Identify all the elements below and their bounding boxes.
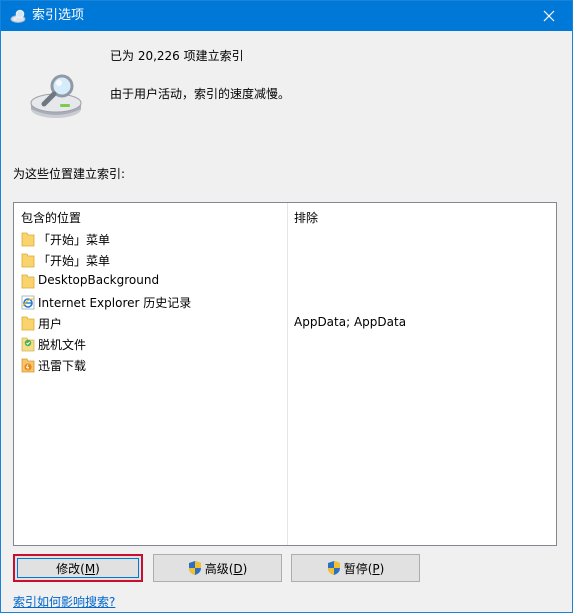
indexing-status-message: 由于用户活动，索引的速度减慢。 — [110, 87, 291, 101]
list-item[interactable]: 迅雷下载 — [14, 355, 556, 376]
pause-label: 暂停(P) — [343, 561, 385, 576]
folder-icon — [21, 316, 35, 331]
location-exclude: AppData; AppData — [294, 315, 407, 329]
title-bar[interactable]: 索引选项 — [1, 1, 572, 31]
location-name: 「开始」菜单 — [38, 254, 111, 268]
locations-list[interactable]: 包含的位置 排除 「开始」菜单 「开始」菜单 DesktopBackground — [13, 202, 557, 546]
list-item[interactable]: 「开始」菜单 — [14, 229, 556, 250]
offline-files-icon — [21, 337, 35, 352]
indexing-options-icon — [10, 9, 26, 23]
list-item[interactable]: DesktopBackground — [14, 271, 556, 292]
folder-icon — [21, 232, 35, 247]
shield-icon — [188, 561, 201, 575]
location-name: 用户 — [38, 317, 63, 331]
help-link[interactable]: 索引如何影响搜索? — [13, 593, 115, 610]
advanced-button[interactable]: 高级(D) — [153, 554, 282, 582]
indexing-options-window: 索引选项 已为 20,226 项建立索引 由于用户活动，索引的速度减慢。 为这些… — [0, 0, 573, 613]
close-icon — [543, 10, 555, 22]
pause-button[interactable]: 暂停(P) — [291, 554, 420, 582]
column-header-excluded[interactable]: 排除 — [294, 209, 318, 226]
location-name: 脱机文件 — [38, 338, 87, 352]
column-header-included[interactable]: 包含的位置 — [21, 209, 81, 226]
thunder-download-icon — [21, 358, 35, 373]
modify-button[interactable]: 修改(M) — [13, 554, 143, 582]
list-item[interactable]: 「开始」菜单 — [14, 250, 556, 271]
location-name: Internet Explorer 历史记录 — [38, 296, 192, 310]
list-item[interactable]: 用户 AppData; AppData — [14, 313, 556, 334]
list-item[interactable]: Internet Explorer 历史记录 — [14, 292, 556, 313]
window-title: 索引选项 — [32, 8, 85, 23]
location-name: 迅雷下载 — [38, 359, 87, 373]
ie-icon — [21, 295, 35, 310]
folder-icon — [21, 274, 35, 289]
locations-label: 为这些位置建立索引: — [13, 167, 126, 181]
location-name: 「开始」菜单 — [38, 233, 111, 247]
close-button[interactable] — [526, 1, 572, 31]
drive-magnifier-icon — [30, 74, 82, 118]
indexed-count: 已为 20,226 项建立索引 — [110, 49, 244, 63]
list-item[interactable]: 脱机文件 — [14, 334, 556, 355]
focus-outline — [17, 558, 139, 578]
folder-icon — [21, 253, 35, 268]
shield-icon — [327, 561, 340, 575]
location-name: DesktopBackground — [38, 273, 160, 287]
advanced-label: 高级(D) — [204, 561, 248, 576]
